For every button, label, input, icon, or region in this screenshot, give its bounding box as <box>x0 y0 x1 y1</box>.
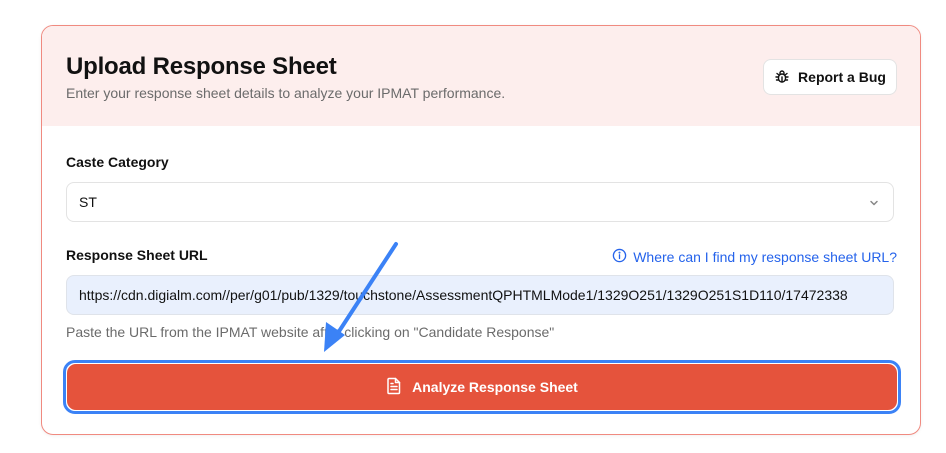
caste-category-value: ST <box>79 194 97 210</box>
caste-category-select[interactable]: ST <box>66 182 894 222</box>
analyze-button-label: Analyze Response Sheet <box>412 379 578 395</box>
card-header: Upload Response Sheet Enter your respons… <box>42 26 920 126</box>
caste-category-label: Caste Category <box>66 154 169 170</box>
response-url-label: Response Sheet URL <box>66 247 208 263</box>
upload-card: Upload Response Sheet Enter your respons… <box>41 25 921 435</box>
page-subtitle: Enter your response sheet details to ana… <box>66 85 506 101</box>
url-hint: Paste the URL from the IPMAT website aft… <box>66 324 555 340</box>
report-bug-label: Report a Bug <box>798 69 886 85</box>
chevron-down-icon <box>867 196 881 213</box>
analyze-button[interactable]: Analyze Response Sheet <box>67 364 897 410</box>
bug-icon <box>774 69 790 85</box>
page-title: Upload Response Sheet <box>66 53 337 80</box>
info-icon <box>612 248 627 266</box>
report-bug-button[interactable]: Report a Bug <box>763 59 897 95</box>
document-icon <box>386 377 402 398</box>
response-url-input[interactable] <box>66 275 894 315</box>
url-help-link[interactable]: Where can I find my response sheet URL? <box>612 248 897 266</box>
url-help-link-label: Where can I find my response sheet URL? <box>633 249 897 265</box>
